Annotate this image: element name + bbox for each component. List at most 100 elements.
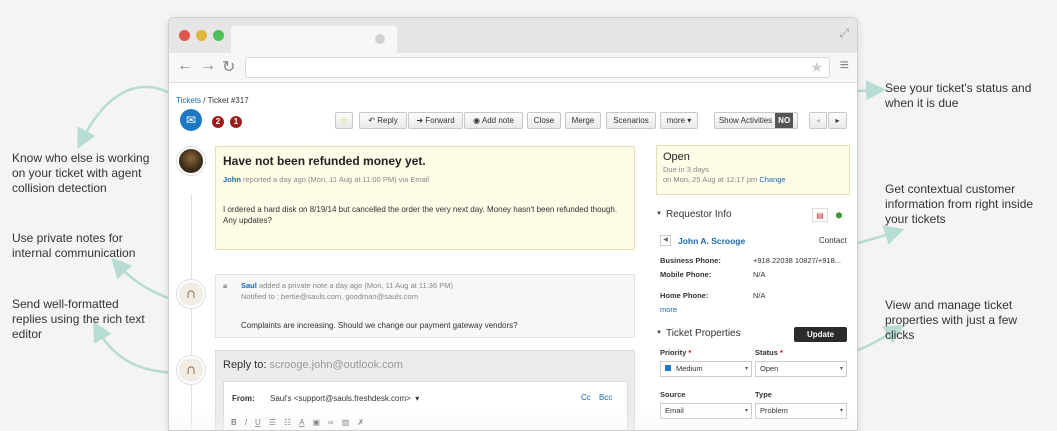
mobile-phone-label: Mobile Phone: [660,270,712,279]
requestor-name-link[interactable]: John A. Scrooge [678,236,745,246]
star-icon: ☆ [340,116,348,125]
home-phone-value: N/A [753,291,766,300]
status-due: Due in 3 days [663,165,709,174]
mobile-phone-value: N/A [753,270,766,279]
requestor-type: Contact [819,236,847,245]
note-body: Complaints are increasing. Should we cha… [241,321,518,330]
ticket-properties-heading[interactable]: Ticket Properties [656,328,741,339]
collision-badge-viewing[interactable]: 2 [212,116,224,128]
breadcrumb: Tickets / Ticket #317 [176,96,249,105]
requestor-actions: ▤ ⬢ [809,208,847,223]
callout-manage: View and manage ticket properties with j… [885,298,1018,342]
maximize-window-button[interactable] [213,30,224,41]
prev-ticket-button[interactable]: ◂ [809,112,827,129]
ticket-meta-text: reported a day ago (Mon, 11 Aug at 11:00… [240,175,430,184]
breadcrumb-tickets-link[interactable]: Tickets [176,96,201,105]
requestor-info-heading[interactable]: Requestor Info [656,209,732,220]
address-bar[interactable]: ★ [245,57,830,78]
status-date: on Mon, 25 Aug at 12:17 pm Change [663,175,786,184]
ticket-description: Have not been refunded money yet. John r… [215,146,635,250]
reply-to-label: Reply to: [223,359,267,371]
forward-button[interactable]: ➜ Forward [408,112,463,129]
priority-color-swatch [665,365,671,371]
update-button[interactable]: Update [794,327,847,342]
reload-icon[interactable]: ↻ [222,57,235,77]
close-tab-icon[interactable] [375,34,385,44]
agent-avatar-note: ∩ [177,280,205,308]
conversation-timeline [191,194,192,430]
callout-collision: Know who else is working on your ticket … [12,151,150,195]
chevron-right-icon: ▸ [835,116,840,125]
browser-menu-icon[interactable]: ≡ [840,57,849,75]
from-value: Saul's <support@sauls.freshdesk.com> [270,394,411,403]
show-activities-toggle[interactable]: Show Activities NO [714,112,798,129]
star-ticket-button[interactable]: ☆ [335,112,353,129]
fullscreen-icon[interactable]: ⤢ [839,26,849,41]
helpdesk-app: Tickets / Ticket #317 ✉ 2 1 ☆ ↶ Reply ➜ … [169,84,857,430]
caret-down-icon: ▾ [684,116,692,125]
forward-arrow-icon[interactable]: → [200,57,216,75]
browser-window: ⤢ ← → ↻ ★ ≡ Tickets / Ticket #317 ✉ 2 1 … [168,17,858,431]
merge-button[interactable]: Merge [565,112,601,129]
browser-tab[interactable] [231,26,397,53]
status-label-text: Status [755,348,778,357]
note-icon: ◉ [473,116,482,125]
bcc-link[interactable]: Bcc [599,393,612,402]
priority-label-text: Priority [660,348,687,357]
callout-private-notes: Use private notes for internal communica… [12,231,136,260]
browser-toolbar: ← → ↻ ★ ≡ [169,53,857,83]
more-button[interactable]: more ▾ [660,112,698,129]
ticket-author-link[interactable]: John [223,175,241,184]
status-label: Status * [755,348,783,357]
business-phone-label: Business Phone: [660,256,721,265]
agent-avatar-reply: ∩ [177,356,205,384]
callout-contextual: Get contextual customer information from… [885,182,1034,226]
status-select-value: Open [760,364,779,373]
forward-label: Forward [425,116,455,125]
private-note: 🔒︎ Saul added a private note a day ago (… [215,274,635,338]
note-meta: Saul added a private note a day ago (Mon… [241,281,453,290]
callout-status: See your ticket's status and when it is … [885,81,1032,110]
priority-label: Priority * [660,348,691,357]
cc-link[interactable]: Cc [581,393,591,402]
status-select[interactable]: Open ▾ [755,361,847,377]
caret-down-icon: ▾ [744,366,748,372]
note-meta-text: added a private note a day ago (Mon, 11 … [256,281,453,290]
status-value: Open [663,151,690,163]
from-select[interactable]: Saul's <support@sauls.freshdesk.com> ▾ [270,394,419,403]
minimize-window-button[interactable] [196,30,207,41]
priority-select[interactable]: Medium ▾ [660,361,752,377]
reply-button[interactable]: ↶ Reply [359,112,407,129]
ticket-subject: Have not been refunded money yet. [223,154,426,168]
ticket-meta: John reported a day ago (Mon, 11 Aug at … [223,175,429,184]
back-arrow-icon[interactable]: ← [177,57,193,75]
forward-icon: ➜ [416,116,426,125]
priority-value: Medium [676,364,703,373]
shield-icon[interactable]: ⬢ [831,209,847,223]
from-label: From: [232,394,255,403]
collision-badge-replying[interactable]: 1 [230,116,242,128]
close-window-button[interactable] [179,30,190,41]
source-label: Source [660,390,686,399]
chevron-left-icon: ◂ [815,116,820,125]
note-notified: Notified to : bertie@sauls.com, goodman@… [241,292,418,301]
requestor-more-link[interactable]: more [660,305,677,314]
email-source-icon: ✉ [180,109,202,131]
bookmark-star-icon[interactable]: ★ [810,59,823,76]
add-note-label: Add note [481,116,514,125]
next-ticket-button[interactable]: ▸ [828,112,847,129]
reply-label: Reply [377,116,398,125]
more-label: more [666,116,685,125]
add-note-button[interactable]: ◉ Add note [464,112,523,129]
lock-icon: 🔒︎ [223,281,228,290]
business-phone-value: +918 22038 10827/+918... [753,256,842,265]
reply-icon: ↶ [368,116,378,125]
contact-card-icon[interactable]: ▤ [812,208,828,222]
change-due-link[interactable]: Change [759,175,785,184]
reply-to-address: scrooge.john@outlook.com [266,359,403,371]
scenarios-button[interactable]: Scenarios [606,112,656,129]
note-author-link[interactable]: Saul [241,281,257,290]
reply-to: Reply to: scrooge.john@outlook.com [223,359,403,371]
close-ticket-button[interactable]: Close [527,112,561,129]
back-icon[interactable]: ◀ [660,235,671,246]
